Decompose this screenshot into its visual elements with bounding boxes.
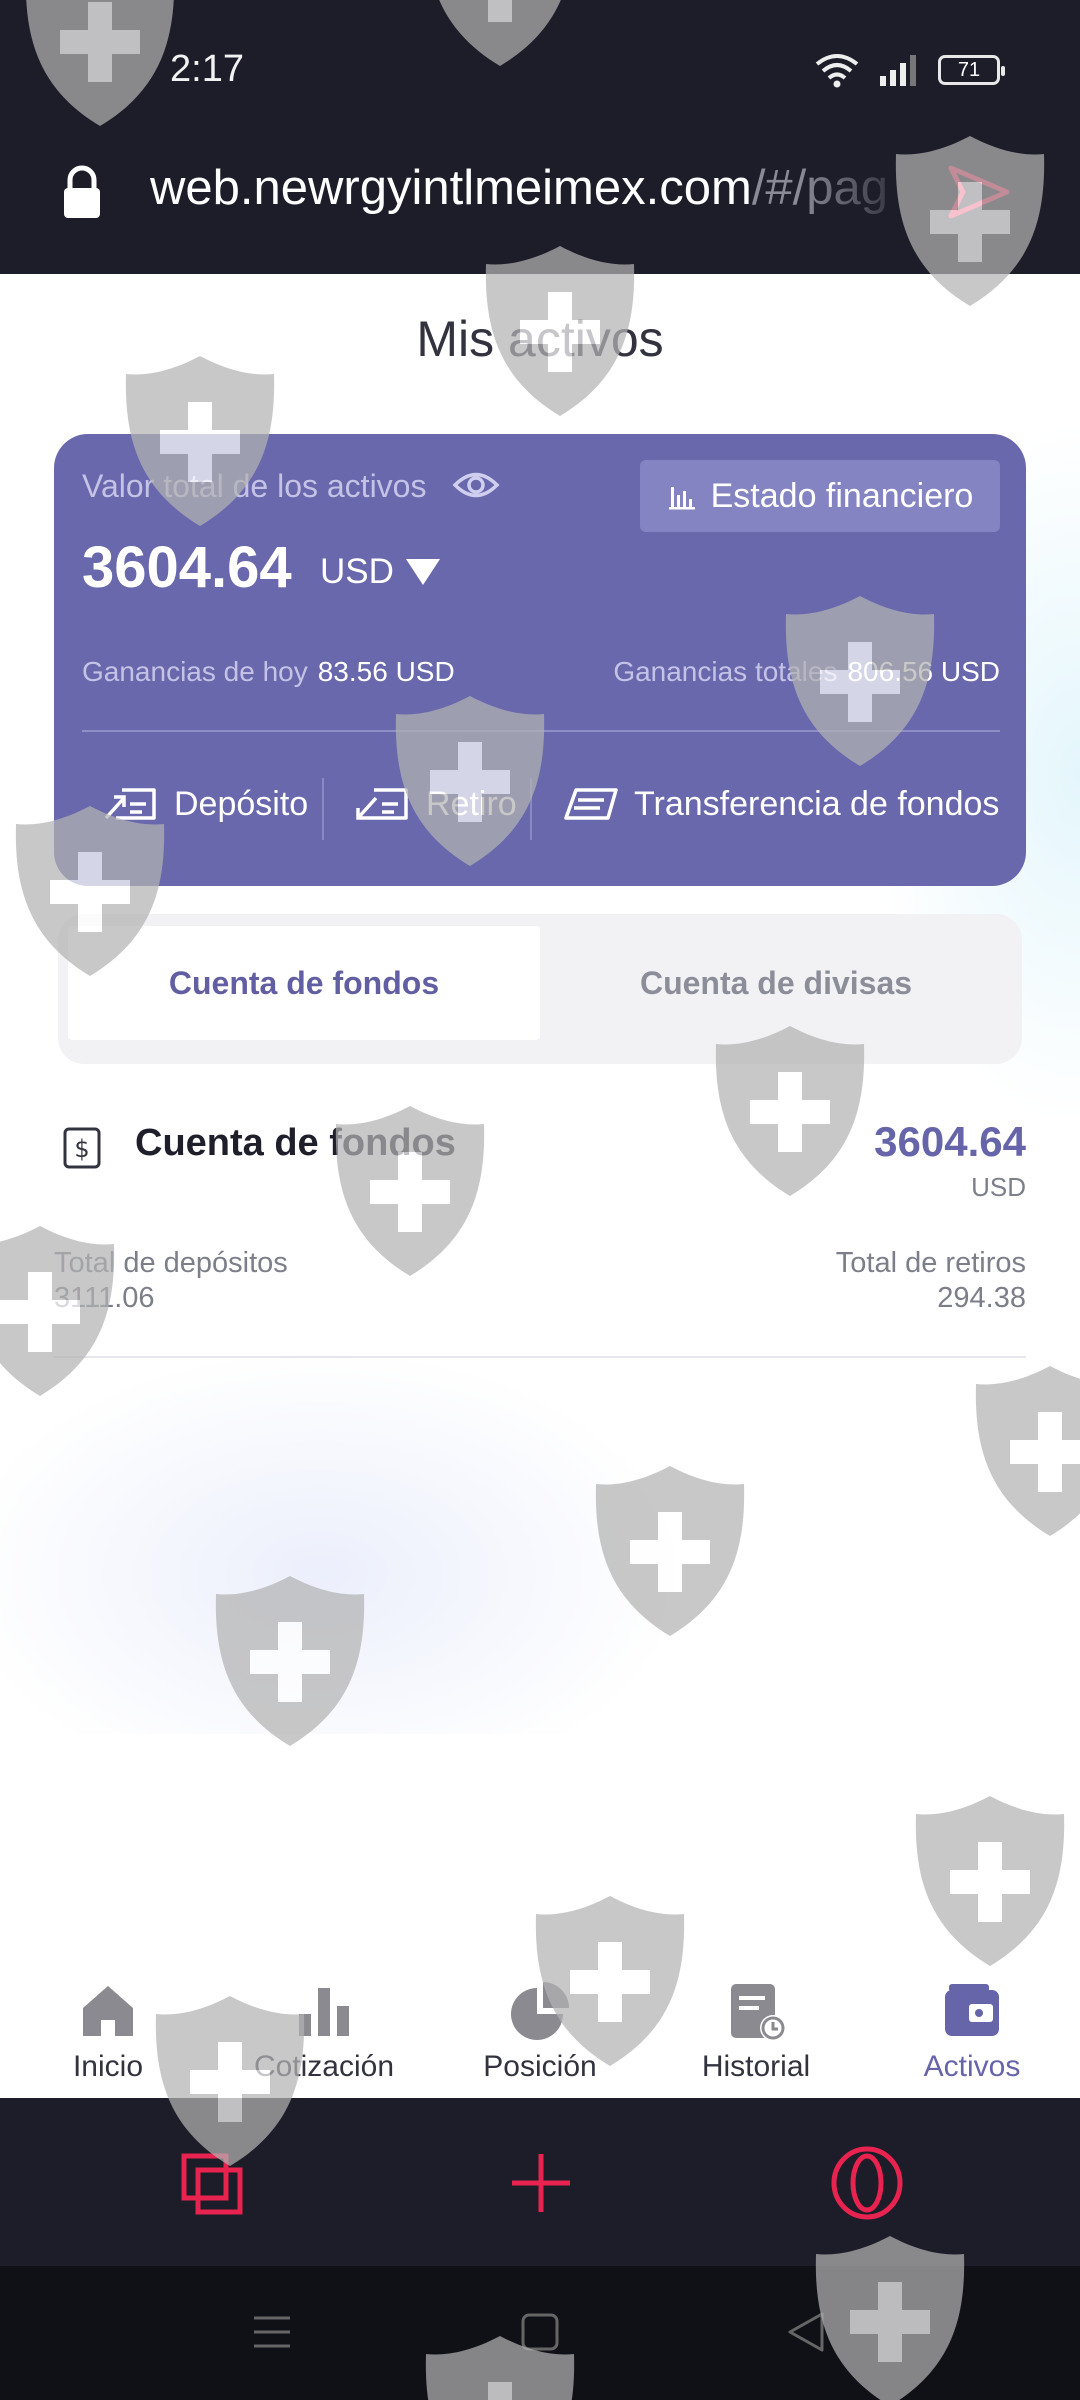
card-divider <box>82 730 1000 732</box>
account-tabs: Cuenta de fondos Cuenta de divisas <box>58 914 1022 1064</box>
wifi-icon <box>815 54 859 88</box>
transfer-label: Transferencia de fondos <box>634 784 1000 823</box>
nav-item-inicio[interactable]: Inicio <box>0 1978 216 2084</box>
battery-icon: 71 <box>938 55 1005 85</box>
total-withdrawals-value: 294.38 <box>937 1282 1026 1314</box>
total-withdrawals-label: Total de retiros <box>835 1247 1026 1279</box>
account-divider <box>54 1356 1026 1358</box>
action-separator <box>322 778 324 840</box>
total-assets-label: Valor total de los activos <box>82 468 427 504</box>
card-actions: Depósito Retiro Transferencia de fondos <box>54 764 1026 860</box>
browser-top-bar: 2:17 71 web.newrgyintlmeimex.com/#/pag <box>0 0 1080 274</box>
deposit-button[interactable]: Depósito <box>102 784 308 824</box>
financial-statement-button[interactable]: Estado financiero <box>640 460 1000 532</box>
status-icons: 71 <box>814 48 1005 92</box>
plus-icon[interactable] <box>508 2150 574 2216</box>
nav-label: Posición <box>483 2050 597 2083</box>
tabs-icon[interactable] <box>180 2152 244 2216</box>
bar-chart-icon <box>299 1988 349 2036</box>
transfer-button[interactable]: Transferencia de fondos <box>562 784 999 824</box>
withdraw-icon <box>356 788 408 820</box>
dollar-account-icon: $ <box>63 1127 101 1169</box>
eye-icon[interactable] <box>452 468 500 502</box>
total-withdrawals: Total de retiros 294.38 <box>836 1246 1026 1316</box>
total-deposits: Total de depósitos 3111.06 <box>54 1246 288 1316</box>
total-earnings: Ganancias totales 806.56 USD <box>613 656 1000 687</box>
lock-icon <box>64 165 100 218</box>
svg-text:$: $ <box>74 1135 89 1163</box>
signal-icon <box>880 55 916 86</box>
back-icon[interactable] <box>784 2310 828 2354</box>
opera-menu-icon[interactable] <box>830 2146 904 2220</box>
wallet-icon <box>945 1984 999 2036</box>
nav-item-cotizacion[interactable]: Cotización <box>216 1978 432 2084</box>
account-currency: USD <box>971 1172 1026 1202</box>
total-deposits-value: 3111.06 <box>54 1282 155 1314</box>
send-icon[interactable] <box>945 162 1011 222</box>
total-assets-value: 3604.64 <box>82 535 292 600</box>
nav-item-activos[interactable]: Activos <box>864 1978 1080 2084</box>
action-separator <box>530 778 532 840</box>
nav-label: Historial <box>701 2050 811 2083</box>
system-navigation-bar <box>0 2266 1080 2400</box>
status-time: 2:17 <box>170 48 244 90</box>
tab-funds-account[interactable]: Cuenta de fondos <box>68 926 540 1040</box>
nav-label: Cotización <box>253 2050 395 2083</box>
tab-currency-account[interactable]: Cuenta de divisas <box>540 926 1012 1040</box>
financial-statement-label: Estado financiero <box>710 476 974 515</box>
currency-selector[interactable]: USD <box>320 552 440 592</box>
history-icon <box>731 1984 786 2041</box>
caret-down-icon <box>405 559 440 585</box>
nav-item-historial[interactable]: Historial <box>648 1978 864 2084</box>
home-button-icon[interactable] <box>518 2310 562 2354</box>
nav-item-posicion[interactable]: Posición <box>432 1978 648 2084</box>
browser-toolbar <box>0 2098 1080 2266</box>
recents-icon[interactable] <box>250 2310 294 2354</box>
currency-label: USD <box>320 552 394 591</box>
total-deposits-label: Total de depósitos <box>54 1247 288 1279</box>
account-balance: 3604.64 <box>874 1118 1026 1165</box>
account-title: Cuenta de fondos <box>135 1122 456 1164</box>
nav-label: Inicio <box>72 2050 144 2083</box>
assets-summary-card: Valor total de los activos Estado financ… <box>54 434 1026 886</box>
deposit-label: Depósito <box>174 784 309 823</box>
today-earnings: Ganancias de hoy 83.56 USD <box>82 656 455 687</box>
withdraw-label: Retiro <box>426 784 517 823</box>
deposit-icon <box>104 788 156 820</box>
withdraw-button[interactable]: Retiro <box>354 784 517 824</box>
bar-chart-icon <box>668 487 695 510</box>
page-content: Mis activos Valor total de los activos E… <box>0 274 1080 2098</box>
nav-label: Activos <box>923 2050 1021 2083</box>
bottom-navigation: Inicio Cotización Posición Historial Act… <box>0 1960 1080 2098</box>
url-text[interactable]: web.newrgyintlmeimex.com/#/pag <box>150 160 890 230</box>
page-title: Mis activos <box>416 311 664 367</box>
url-fade <box>800 150 920 240</box>
address-bar[interactable]: web.newrgyintlmeimex.com/#/pag <box>0 150 1080 240</box>
pie-chart-icon <box>511 1982 569 2040</box>
transfer-icon <box>564 788 618 820</box>
home-icon <box>83 1986 133 2036</box>
